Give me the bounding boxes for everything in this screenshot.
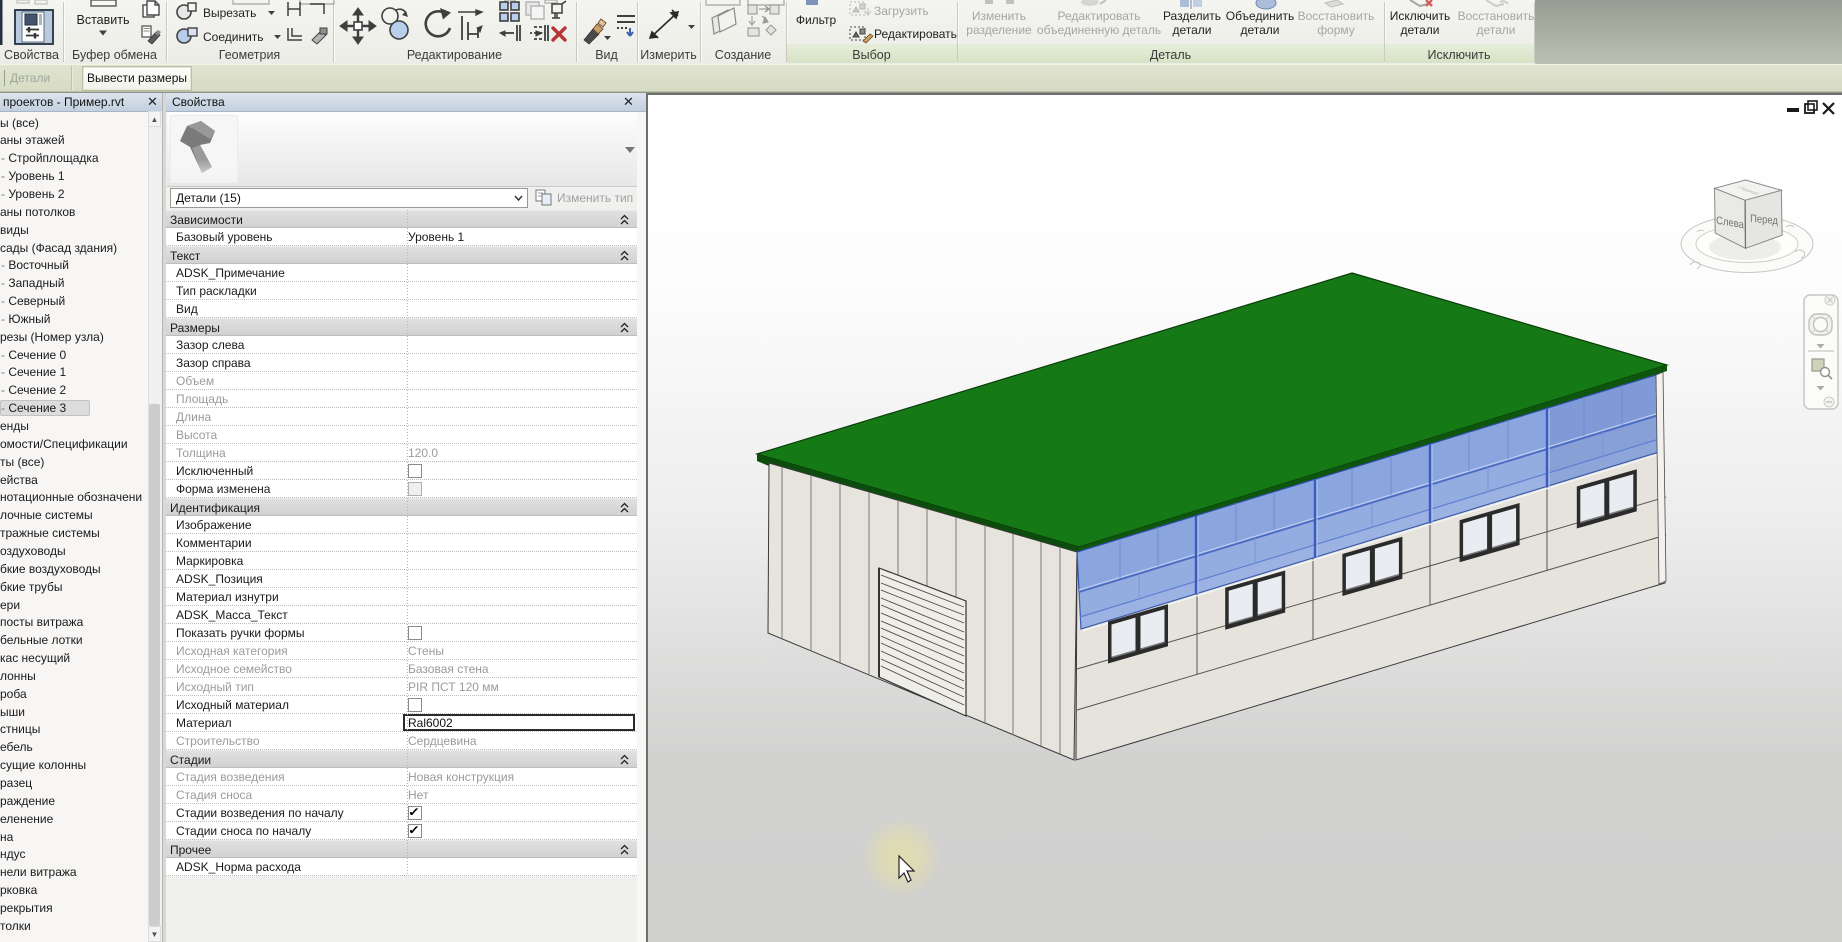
svg-text:детали: детали [1400, 23, 1439, 37]
svg-text:Исключить: Исключить [1390, 9, 1450, 23]
svg-text:детали: детали [1240, 23, 1279, 37]
svg-text:Разделить: Разделить [1163, 9, 1221, 23]
svg-text:форму: форму [1317, 23, 1355, 37]
svg-text:Восстановить: Восстановить [1458, 9, 1535, 23]
svg-text:Соединить: Соединить [203, 30, 264, 44]
svg-text:Загрузить: Загрузить [874, 4, 929, 18]
svg-text:Редактировать: Редактировать [874, 27, 957, 41]
svg-text:разделение: разделение [966, 23, 1032, 37]
svg-text:Фильтр: Фильтр [796, 13, 837, 27]
svg-text:Вставить: Вставить [77, 13, 130, 27]
svg-text:Изменить: Изменить [972, 9, 1026, 23]
svg-text:детали: детали [1172, 23, 1211, 37]
svg-text:Объединить: Объединить [1226, 9, 1295, 23]
svg-text:объединенную деталь: объединенную деталь [1037, 23, 1161, 37]
svg-text:Вырезать: Вырезать [203, 6, 256, 20]
svg-text:Перед: Перед [1750, 213, 1778, 227]
svg-text:детали: детали [1476, 23, 1515, 37]
svg-text:Восстановить: Восстановить [1298, 9, 1375, 23]
svg-text:Редактировать: Редактировать [1058, 9, 1141, 23]
